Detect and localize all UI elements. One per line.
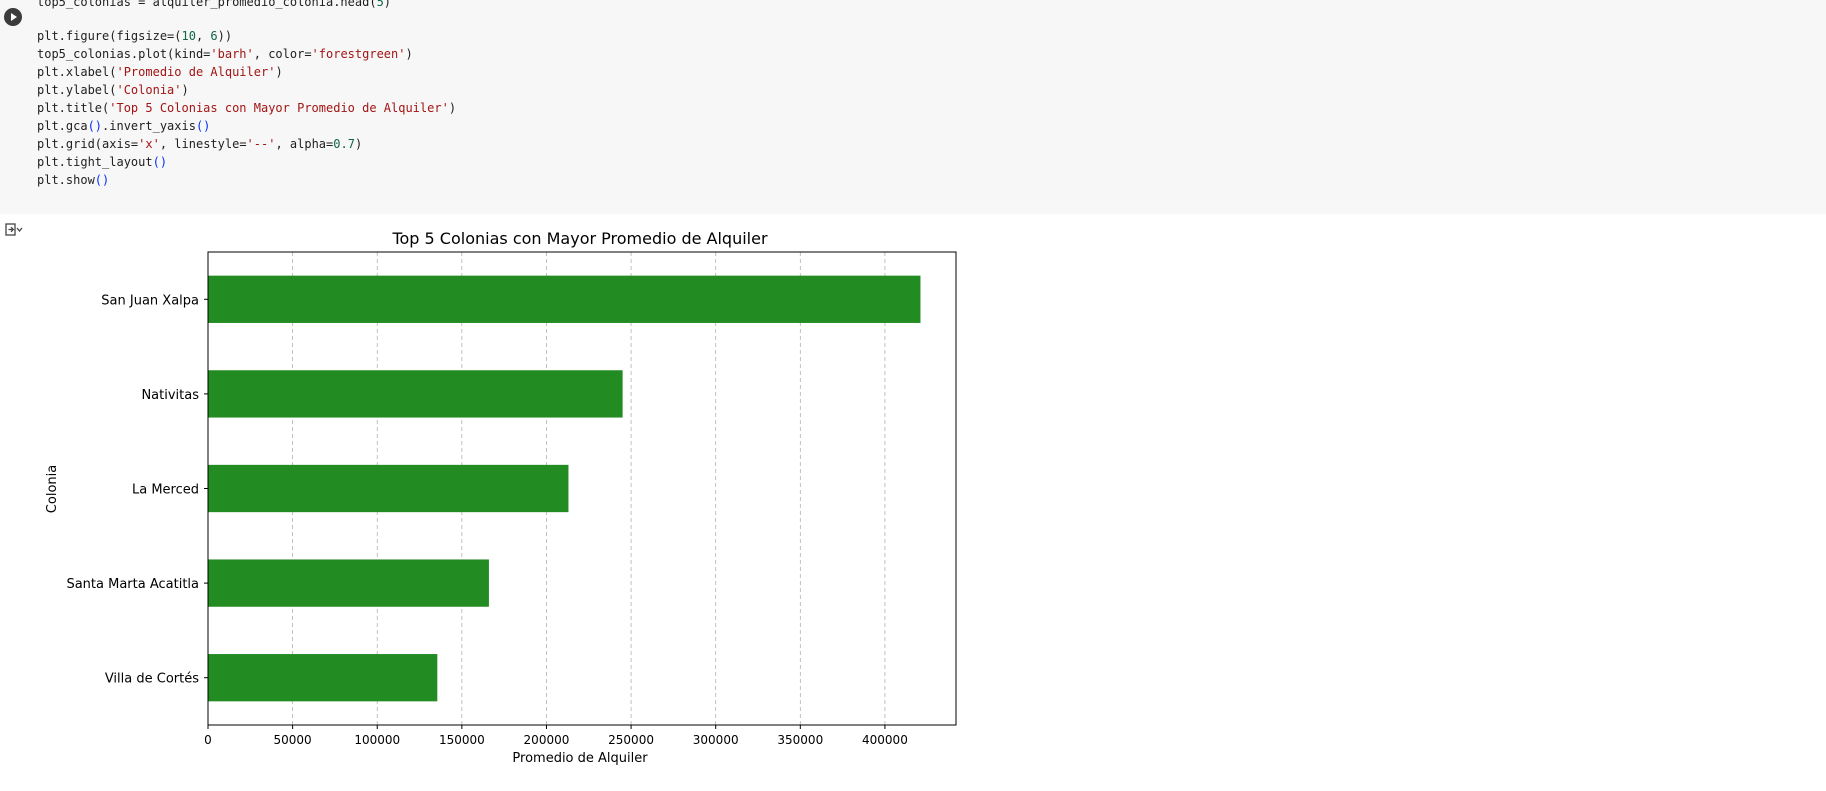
x-tick-label: 0 [204,733,212,747]
code-token: 'Colonia' [116,83,182,97]
run-cell-button[interactable] [4,8,22,26]
code-token: 10 [181,29,196,43]
code-token: ) [405,47,413,61]
code-token: top5_colonias.plot(kind= [37,47,211,61]
code-token: () [152,155,168,169]
code-token: () [87,119,103,133]
y-axis-label: Colonia [45,465,60,513]
code-line: plt.figure(figsize=(10, 6)) [37,27,232,45]
code-token: , linestyle= [159,137,247,151]
code-token: plt.grid(axis= [37,137,139,151]
bar [208,654,438,702]
x-tick-label: 250000 [608,733,654,747]
code-cell[interactable]: top5_colonias = alquiler_promedio_coloni… [0,0,1826,214]
x-tick-label: 100000 [354,733,400,747]
bar [208,464,569,513]
y-tick-label: Nativitas [141,388,199,403]
code-line: plt.xlabel('Promedio de Alquiler') [37,63,283,81]
bar [208,370,623,418]
x-tick-label: 150000 [439,733,485,747]
code-token: top5_colonias = alquiler_promedio_coloni… [37,0,377,9]
code-token: () [195,119,211,133]
y-tick-label: Santa Marta Acatitla [66,577,199,592]
code-line: plt.tight_layout() [37,153,167,171]
chart-title: Top 5 Colonias con Mayor Promedio de Alq… [391,229,768,248]
code-token: plt.ylabel( [37,83,117,97]
code-line: plt.show() [37,171,109,189]
code-token: 0.7 [333,137,355,151]
code-token: ) [383,0,392,9]
code-token: ) [181,83,189,97]
code-token: 'forestgreen' [311,47,406,61]
code-token: plt.xlabel( [37,65,117,79]
code-token: plt.title( [37,101,110,115]
code-token: , color= [253,47,312,61]
code-token: ) [275,65,283,79]
code-token: )) [217,29,233,43]
code-token: ) [448,101,457,115]
x-tick-label: 300000 [693,733,739,747]
bar-chart: Top 5 Colonias con Mayor Promedio de Alq… [45,229,957,766]
bar [208,275,921,323]
code-line: plt.gca().invert_yaxis() [37,117,210,135]
y-tick-label: La Merced [132,483,199,498]
x-tick-label: 400000 [862,733,908,747]
code-token: , [195,29,211,43]
code-token: () [94,173,110,187]
y-tick-label: San Juan Xalpa [101,293,199,308]
code-token: 'Top 5 Colonias con Mayor Promedio de Al… [109,101,449,115]
x-tick-label: 50000 [274,733,312,747]
code-line: plt.grid(axis='x', linestyle='--', alpha… [37,135,362,153]
code-line: plt.title('Top 5 Colonias con Mayor Prom… [37,99,456,117]
code-token: 'barh' [210,47,254,61]
code-token: , alpha= [275,137,334,151]
y-tick-label: Villa de Cortés [105,672,199,687]
code-line: top5_colonias.plot(kind='barh', color='f… [37,45,413,63]
code-token: ) [354,137,363,151]
code-token: plt.tight_layout [37,155,153,169]
code-line: top5_colonias = alquiler_promedio_coloni… [37,0,391,11]
code-token: .invert_yaxis [102,119,196,133]
x-tick-label: 350000 [777,733,823,747]
code-token: 'x' [138,137,160,151]
code-line: plt.ylabel('Colonia') [37,81,189,99]
code-token: 5 [376,0,384,9]
code-token: 6 [210,29,218,43]
code-token: plt.gca [37,119,88,133]
x-axis-label: Promedio de Alquiler [512,751,648,766]
bar [208,559,489,607]
code-token: '--' [246,137,276,151]
x-tick-label: 200000 [524,733,570,747]
code-token: plt.show [37,173,95,187]
code-token: 'Promedio de Alquiler' [116,65,276,79]
code-token: plt.figure(figsize=( [37,29,182,43]
